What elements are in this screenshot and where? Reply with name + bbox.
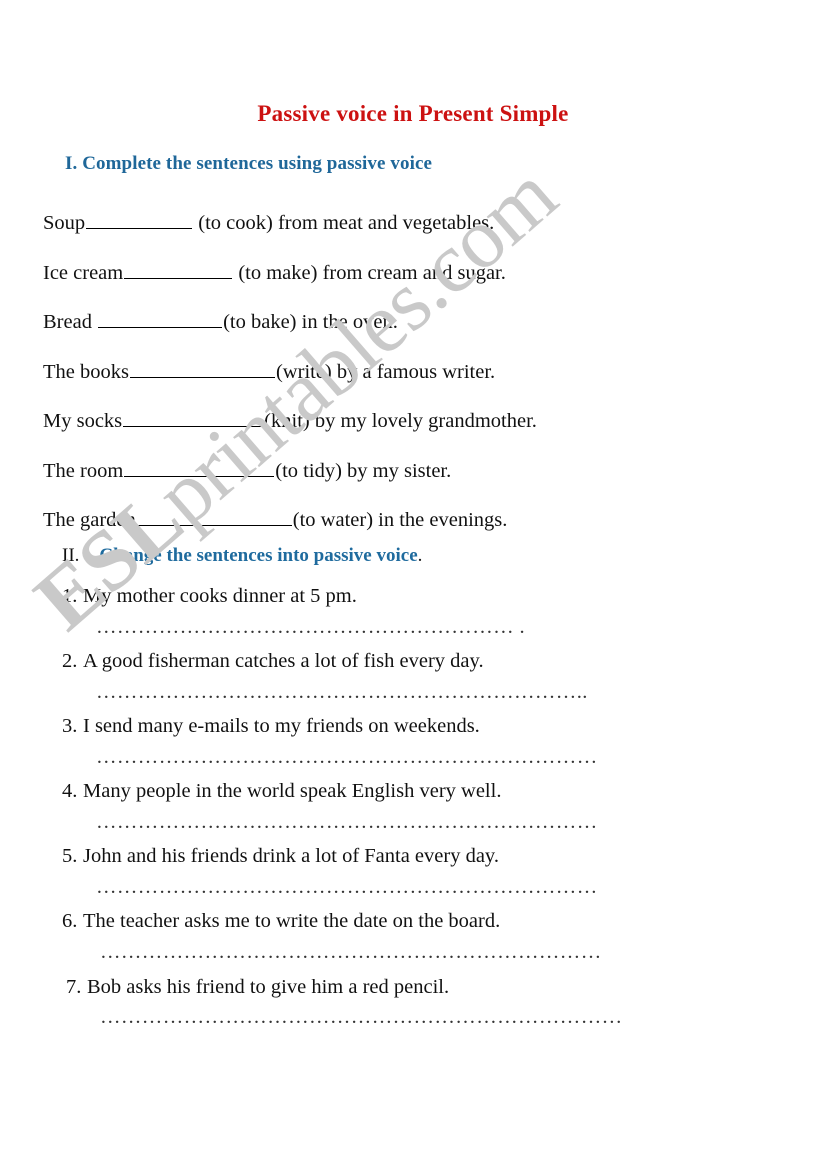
- question-text: A good fisherman catches a lot of fish e…: [83, 650, 484, 673]
- question-item: 5. John and his friends drink a lot of Fa…: [62, 840, 802, 867]
- fill-in-blank[interactable]: [86, 213, 193, 229]
- fill-in-blank[interactable]: [123, 411, 264, 427]
- answer-line[interactable]: ………………………………………………………………: [100, 940, 802, 965]
- section-one-exercises: Soup (to cook) from meat and vegetables.…: [43, 199, 763, 546]
- exercise-text-after: (to bake) in the oven.: [223, 311, 398, 333]
- exercise-line: The garden (to water) in the evenings.: [43, 496, 763, 546]
- question-number: 1.: [62, 585, 78, 607]
- question-text: The teacher asks me to write the date on…: [83, 910, 501, 933]
- page-title: Passive voice in Present Simple: [257, 101, 569, 126]
- exercise-text-after: (to cook) from meat and vegetables.: [193, 212, 495, 234]
- question-number: 2.: [62, 650, 78, 673]
- answer-line[interactable]: ……………………………………………………………..: [96, 680, 802, 705]
- exercise-text-before: The garden: [43, 509, 136, 531]
- exercise-text-before: The room: [43, 459, 124, 482]
- section-two-heading-period: .: [417, 545, 423, 566]
- exercise-line: The books (write) by a famous writer.: [43, 348, 763, 398]
- question-item: 2. A good fisherman catches a lot of fish…: [62, 645, 802, 672]
- answer-line[interactable]: ………………………………………………………………: [96, 875, 802, 900]
- exercise-text-before: Bread: [43, 311, 98, 333]
- exercise-text-after: (write) by a famous writer.: [275, 360, 496, 383]
- exercise-text-after: (to water) in the evenings.: [292, 509, 508, 531]
- section-two-number: II.: [62, 545, 80, 566]
- fill-in-blank[interactable]: [124, 461, 275, 477]
- exercise-text-before: Ice cream: [43, 261, 124, 284]
- question-item: 3. I send many e-mails to my friends on w…: [62, 710, 802, 737]
- question-text: My mother cooks dinner at 5 pm.: [83, 585, 357, 607]
- exercise-line: The room (to tidy) by my sister.: [43, 447, 763, 497]
- exercise-text-before: My socks: [43, 410, 123, 432]
- answer-line[interactable]: …………………………………………………… .: [96, 615, 802, 640]
- section-two-questions: 1. My mother cooks dinner at 5 pm. …………………: [62, 580, 802, 1036]
- question-number: 4.: [62, 780, 78, 803]
- exercise-text-before: Soup: [43, 212, 86, 234]
- answer-line[interactable]: ………………………………………………………………: [96, 745, 802, 770]
- answer-line[interactable]: …………………………………………………………………: [100, 1005, 802, 1030]
- fill-in-blank[interactable]: [136, 510, 292, 526]
- question-item: 6. The teacher asks me to write the date …: [62, 905, 802, 932]
- exercise-line: Ice cream (to make) from cream and sugar…: [43, 249, 763, 299]
- question-text: Many people in the world speak English v…: [83, 780, 502, 803]
- question-text: Bob asks his friend to give him a red pe…: [87, 975, 450, 998]
- fill-in-blank[interactable]: [124, 263, 233, 279]
- section-one-heading: I. Complete the sentences using passive …: [65, 153, 433, 174]
- exercise-text-after: (knit) by my lovely grandmother.: [264, 410, 537, 432]
- exercise-text-before: The books: [43, 360, 129, 383]
- question-item: 7. Bob asks his friend to give him a red …: [62, 971, 802, 998]
- exercise-line: Bread (to bake) in the oven.: [43, 298, 763, 348]
- question-number: 5.: [62, 845, 78, 868]
- question-item: 1. My mother cooks dinner at 5 pm.: [62, 580, 802, 607]
- worksheet-page: ESLprintables.com Passive voice in Prese…: [0, 0, 826, 1169]
- exercise-line: Soup (to cook) from meat and vegetables.: [43, 199, 763, 249]
- section-two-heading: II. Change the sentences into passive voi…: [62, 545, 422, 567]
- question-number: 7.: [66, 975, 82, 998]
- exercise-text-after: (to tidy) by my sister.: [275, 459, 452, 482]
- section-two-heading-text: Change the sentences into passive voice: [99, 545, 418, 566]
- fill-in-blank[interactable]: [98, 312, 223, 328]
- exercise-line: My socks (knit) by my lovely grandmother.: [43, 397, 763, 447]
- fill-in-blank[interactable]: [129, 362, 275, 378]
- exercise-text-after: (to make) from cream and sugar.: [233, 261, 506, 284]
- question-number: 3.: [62, 715, 78, 738]
- question-item: 4. Many people in the world speak English…: [62, 775, 802, 802]
- question-text: I send many e-mails to my friends on wee…: [83, 715, 480, 738]
- question-number: 6.: [62, 910, 78, 933]
- answer-line[interactable]: ………………………………………………………………: [96, 810, 802, 835]
- question-text: John and his friends drink a lot of Fant…: [83, 845, 499, 868]
